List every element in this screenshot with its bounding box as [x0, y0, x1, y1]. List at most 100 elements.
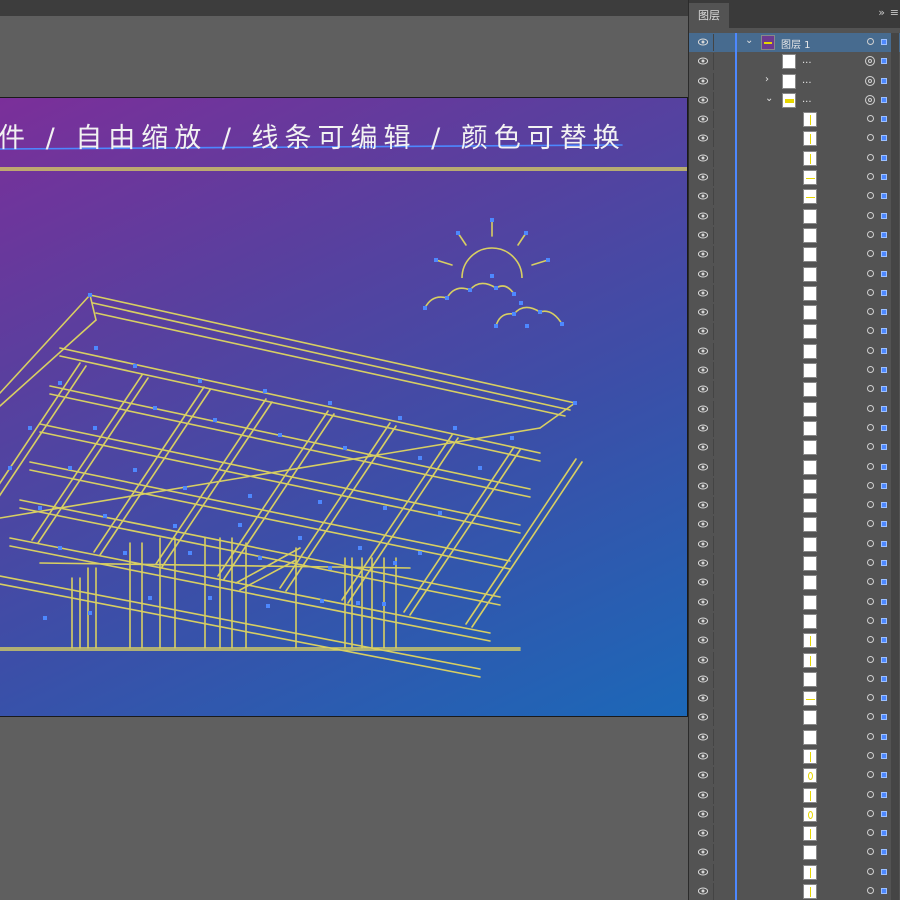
selected-art-square-icon[interactable] [881, 675, 887, 682]
visibility-eye-icon[interactable] [698, 270, 708, 278]
selected-art-square-icon[interactable] [881, 58, 887, 65]
target-circle-icon[interactable] [867, 751, 874, 759]
selected-art-square-icon[interactable] [881, 309, 887, 316]
layer-row[interactable] [689, 882, 900, 900]
visibility-eye-icon[interactable] [698, 327, 708, 335]
selected-art-square-icon[interactable] [881, 251, 887, 258]
layer-row[interactable] [689, 399, 900, 419]
layer-row[interactable] [689, 631, 900, 651]
layer-row[interactable] [689, 129, 900, 149]
layer-row[interactable] [689, 322, 900, 342]
layer-name[interactable]: ... [802, 75, 812, 86]
target-circle-icon[interactable] [867, 829, 874, 837]
visibility-eye-icon[interactable] [698, 366, 708, 374]
selected-art-square-icon[interactable] [881, 791, 887, 798]
visibility-eye-icon[interactable] [698, 308, 708, 316]
selected-art-square-icon[interactable] [881, 270, 887, 277]
layer-row[interactable] [689, 264, 900, 284]
visibility-eye-icon[interactable] [698, 617, 708, 625]
layer-row[interactable] [689, 283, 900, 304]
target-circle-icon[interactable] [867, 134, 874, 142]
selected-art-square-icon[interactable] [881, 328, 887, 335]
target-circle-icon[interactable] [867, 867, 874, 875]
artboard[interactable]: 件 / 自由缩放 / 线条可编辑 / 颜色可替换 [0, 97, 688, 717]
selected-art-square-icon[interactable] [881, 347, 887, 354]
target-circle-icon[interactable] [867, 327, 874, 335]
layer-row[interactable] [689, 457, 900, 477]
target-circle-icon[interactable] [867, 404, 874, 412]
visibility-eye-icon[interactable] [698, 463, 708, 471]
selected-art-square-icon[interactable] [881, 579, 887, 586]
layer-row[interactable] [689, 187, 900, 207]
target-circle-icon[interactable] [867, 713, 874, 721]
visibility-eye-icon[interactable] [698, 578, 708, 586]
collapse-arrow-icon[interactable]: ⌄ [745, 35, 753, 46]
layer-name[interactable]: ... [802, 94, 812, 105]
layer-row[interactable] [689, 438, 900, 458]
selected-art-square-icon[interactable] [881, 521, 887, 528]
layer-row[interactable]: ... [689, 52, 900, 72]
layer-name[interactable]: 图层 1 [781, 36, 811, 51]
collapse-arrow-icon[interactable]: ⌄ [765, 93, 773, 104]
layer-row-main[interactable]: ⌄ 图层 1 [689, 33, 900, 53]
visibility-eye-icon[interactable] [698, 713, 708, 721]
target-circle-icon[interactable] [867, 211, 874, 219]
selected-art-square-icon[interactable] [881, 617, 887, 624]
target-circle-icon[interactable] [865, 75, 875, 86]
selected-art-square-icon[interactable] [881, 888, 887, 895]
selected-art-square-icon[interactable] [881, 598, 887, 605]
selected-art-square-icon[interactable] [881, 116, 887, 123]
selected-art-square-icon[interactable] [881, 39, 887, 45]
layer-row[interactable] [689, 824, 900, 844]
layer-row[interactable] [689, 689, 900, 709]
target-circle-icon[interactable] [867, 366, 874, 374]
selected-art-square-icon[interactable] [881, 174, 887, 181]
layer-list[interactable]: ⌄ 图层 1... ›... ⌄... [689, 33, 900, 900]
target-circle-icon[interactable] [867, 559, 874, 567]
visibility-eye-icon[interactable] [698, 173, 708, 181]
layer-row[interactable] [689, 206, 900, 226]
visibility-eye-icon[interactable] [698, 231, 708, 239]
visibility-eye-icon[interactable] [698, 134, 708, 142]
target-circle-icon[interactable] [867, 578, 874, 586]
target-circle-icon[interactable] [867, 115, 874, 123]
canvas-area[interactable]: 件 / 自由缩放 / 线条可编辑 / 颜色可替换 [0, 0, 688, 900]
visibility-eye-icon[interactable] [698, 250, 708, 258]
selected-art-square-icon[interactable] [881, 830, 887, 837]
target-circle-icon[interactable] [867, 443, 874, 451]
visibility-eye-icon[interactable] [698, 694, 708, 702]
selected-art-square-icon[interactable] [881, 733, 887, 740]
selected-art-square-icon[interactable] [881, 289, 887, 296]
target-circle-icon[interactable] [867, 616, 874, 624]
target-circle-icon[interactable] [867, 192, 874, 200]
selected-art-square-icon[interactable] [881, 560, 887, 567]
target-circle-icon[interactable] [867, 308, 874, 316]
visibility-eye-icon[interactable] [698, 810, 708, 818]
target-circle-icon[interactable] [867, 288, 874, 296]
layer-name[interactable]: ... [802, 55, 812, 66]
layer-row[interactable] [689, 168, 900, 188]
visibility-eye-icon[interactable] [698, 636, 708, 644]
target-circle-icon[interactable] [867, 539, 874, 547]
target-circle-icon[interactable] [867, 462, 874, 470]
visibility-eye-icon[interactable] [698, 347, 708, 355]
visibility-eye-icon[interactable] [698, 771, 708, 779]
layer-row[interactable] [689, 554, 900, 574]
selected-art-square-icon[interactable] [881, 367, 887, 374]
layer-row[interactable] [689, 669, 900, 690]
visibility-eye-icon[interactable] [698, 540, 708, 548]
target-circle-icon[interactable] [867, 636, 874, 644]
target-circle-icon[interactable] [867, 346, 874, 354]
selected-art-square-icon[interactable] [881, 656, 887, 663]
selected-art-square-icon[interactable] [881, 849, 887, 856]
layer-row[interactable] [689, 341, 900, 362]
visibility-eye-icon[interactable] [698, 501, 708, 509]
target-circle-icon[interactable] [867, 655, 874, 663]
selected-art-square-icon[interactable] [881, 695, 887, 702]
selected-art-square-icon[interactable] [881, 868, 887, 875]
layer-row[interactable] [689, 476, 900, 497]
target-circle-icon[interactable] [867, 423, 874, 431]
visibility-eye-icon[interactable] [698, 77, 708, 85]
target-circle-icon[interactable] [867, 597, 874, 605]
visibility-eye-icon[interactable] [698, 96, 708, 104]
